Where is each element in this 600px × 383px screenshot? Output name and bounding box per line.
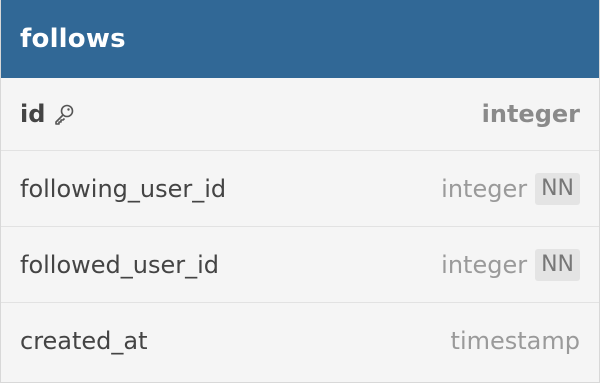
column-name-text: id: [20, 100, 46, 128]
column-list: id integer following_user_id integer NN: [1, 78, 599, 379]
column-row-id[interactable]: id integer: [1, 78, 599, 151]
table-card: follows id integer following_user_id int…: [0, 0, 600, 383]
column-type-group: integer: [482, 100, 580, 128]
not-null-badge: NN: [535, 172, 580, 205]
table-header[interactable]: follows: [1, 0, 599, 78]
column-name: id: [20, 100, 75, 128]
column-type: integer: [481, 100, 580, 128]
column-name: followed_user_id: [20, 250, 220, 279]
not-null-badge: NN: [535, 248, 580, 281]
key-icon: [53, 103, 75, 125]
column-row-followed-user-id[interactable]: followed_user_id integer NN: [1, 227, 599, 303]
column-type: timestamp: [450, 327, 580, 355]
column-type-group: integer NN: [441, 248, 580, 281]
column-name: following_user_id: [20, 174, 227, 203]
column-row-created-at[interactable]: created_at timestamp: [1, 303, 599, 379]
column-type: integer: [441, 174, 528, 203]
column-row-following-user-id[interactable]: following_user_id integer NN: [1, 151, 599, 227]
column-type: integer: [441, 250, 528, 279]
column-type-group: integer NN: [441, 172, 580, 205]
column-name: created_at: [20, 327, 148, 355]
table-title: follows: [20, 24, 126, 54]
column-type-group: timestamp: [451, 327, 580, 355]
